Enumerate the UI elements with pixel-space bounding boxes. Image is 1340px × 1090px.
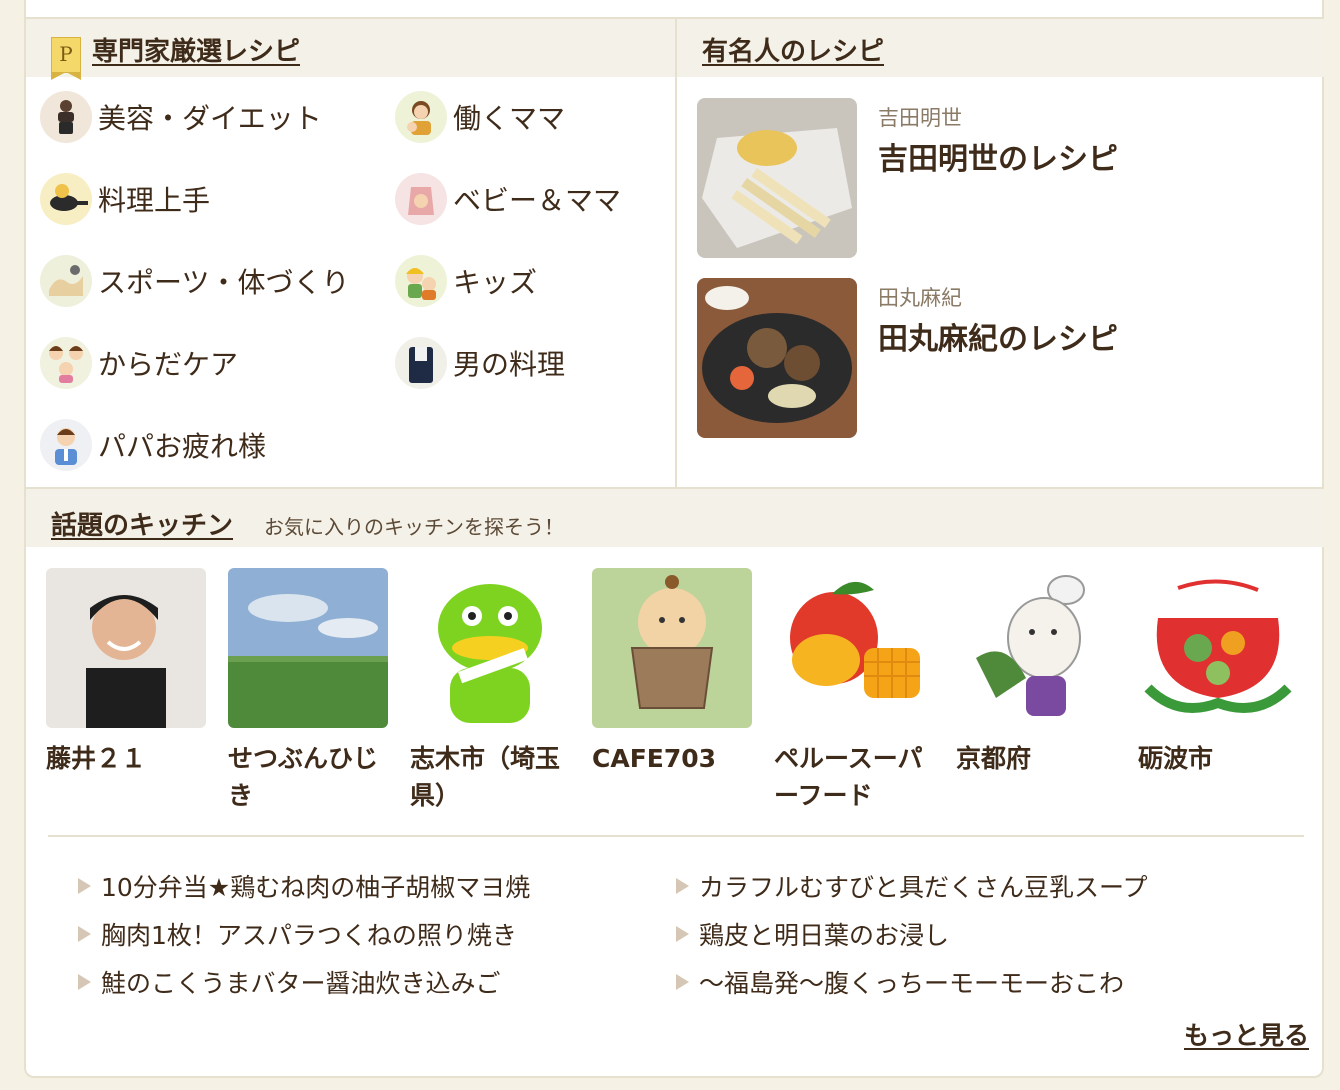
recipe-link[interactable]: 鶏皮と明日葉のお浸し [676, 916, 949, 952]
papa-icon [40, 419, 92, 471]
kitchen-divider [48, 835, 1304, 837]
expert-item-working-mom[interactable]: 働くママ [395, 90, 565, 144]
expert-item-label: 働くママ [453, 102, 566, 135]
kitchen-card[interactable]: せつぶんひじき [228, 568, 398, 818]
triangle-bullet-icon [78, 878, 91, 894]
triangle-bullet-icon [78, 926, 91, 942]
man-cooking-icon [395, 337, 447, 389]
column-divider [675, 19, 677, 487]
recipe-link-text[interactable]: ～福島発～腹くっちーモーモーおこわ [699, 964, 1124, 1000]
recipe-link[interactable]: ～福島発～腹くっちーモーモーおこわ [676, 964, 1124, 1000]
expert-item-label: からだケア [98, 348, 239, 381]
kitchen-name[interactable]: ペルースーパーフード [774, 740, 940, 814]
celebrity-name: 吉田明世 [878, 106, 962, 130]
premium-badge-icon: P [51, 37, 81, 80]
kitchen-card[interactable]: ペルースーパーフード [774, 568, 944, 818]
working-mom-icon [395, 91, 447, 143]
kitchen-section-subtitle: お気に入りのキッチンを探そう！ [264, 515, 564, 539]
celebrity-recipe-title[interactable]: 吉田明世のレシピ [878, 134, 1118, 178]
recipe-link[interactable]: カラフルむすびと具だくさん豆乳スープ [676, 868, 1148, 904]
kitchen-card[interactable]: 京都府 [956, 568, 1126, 818]
expert-item-papa[interactable]: パパお疲れ様 [40, 418, 266, 472]
kitchen-avatar[interactable] [46, 568, 206, 728]
kitchen-name[interactable]: 京都府 [956, 740, 1122, 777]
recipe-link[interactable]: 胸肉1枚！アスパラつくねの照り焼き [78, 916, 517, 952]
kitchen-card[interactable]: CAFE703 [592, 568, 762, 818]
kitchen-avatar[interactable] [774, 568, 934, 728]
expert-item-label: 美容・ダイエット [98, 102, 322, 135]
kitchen-name[interactable]: せつぶんひじき [228, 740, 394, 814]
celebrity-recipe-photo[interactable] [697, 278, 857, 438]
celebrity-name: 田丸麻紀 [878, 286, 962, 310]
celebrity-recipe-photo[interactable] [697, 98, 857, 258]
expert-item-good-cook[interactable]: 料理上手 [40, 172, 210, 226]
kitchen-card[interactable]: 砺波市 [1138, 568, 1308, 818]
kitchen-name[interactable]: 藤井２１ [46, 740, 212, 777]
kitchen-name[interactable]: 志木市（埼玉県） [410, 740, 576, 814]
recipe-link-text[interactable]: 鶏皮と明日葉のお浸し [699, 916, 949, 952]
recipe-link-text[interactable]: 胸肉1枚！アスパラつくねの照り焼き [101, 916, 517, 952]
expert-section-title[interactable]: 専門家厳選レシピ [92, 31, 300, 68]
expert-item-label: ベビー＆ママ [453, 184, 622, 217]
expert-item-kids[interactable]: キッズ [395, 254, 537, 308]
expert-item-label: キッズ [453, 266, 538, 299]
recipe-link-text[interactable]: 10分弁当★鶏むね肉の柚子胡椒マヨ焼 [101, 868, 530, 904]
recipe-link-text[interactable]: カラフルむすびと具だくさん豆乳スープ [699, 868, 1148, 904]
kitchen-avatar[interactable] [228, 568, 388, 728]
celebrity-recipe-title[interactable]: 田丸麻紀のレシピ [878, 314, 1118, 358]
fitness-woman-icon [40, 91, 92, 143]
celebrity-recipe-item[interactable]: 吉田明世 吉田明世のレシピ [697, 98, 1297, 258]
celebrity-section-header: 有名人のレシピ [677, 19, 1324, 77]
expert-item-label: 男の料理 [453, 348, 566, 381]
triangle-bullet-icon [676, 926, 689, 942]
sports-icon [40, 255, 92, 307]
see-more-link[interactable]: もっと見る [1184, 1016, 1309, 1052]
expert-item-beauty-diet[interactable]: 美容・ダイエット [40, 90, 322, 144]
kitchen-section-title[interactable]: 話題のキッチン [51, 505, 233, 542]
recipe-link[interactable]: 鮭のこくうまバター醤油炊き込みご [78, 964, 501, 1000]
kitchen-card[interactable]: 藤井２１ [46, 568, 216, 818]
expert-section-header: P 専門家厳選レシピ [26, 19, 675, 80]
kitchen-avatar[interactable] [592, 568, 752, 728]
kids-icon [395, 255, 447, 307]
triangle-bullet-icon [676, 878, 689, 894]
kitchen-avatar[interactable] [1138, 568, 1298, 728]
family-icon [40, 337, 92, 389]
expert-item-label: スポーツ・体づくり [98, 266, 350, 299]
kitchen-name[interactable]: CAFE703 [592, 740, 758, 777]
kitchen-avatar[interactable] [410, 568, 570, 728]
triangle-bullet-icon [78, 974, 91, 990]
expert-item-body-care[interactable]: からだケア [40, 336, 238, 390]
expert-item-sports[interactable]: スポーツ・体づくり [40, 254, 349, 308]
celebrity-section-title[interactable]: 有名人のレシピ [702, 31, 884, 68]
triangle-bullet-icon [676, 974, 689, 990]
kitchen-card[interactable]: 志木市（埼玉県） [410, 568, 580, 818]
recipe-link-text[interactable]: 鮭のこくうまバター醤油炊き込みご [101, 964, 501, 1000]
baby-mom-icon [395, 173, 447, 225]
kitchen-section-header: 話題のキッチン お気に入りのキッチンを探そう！ [26, 489, 1324, 547]
expert-item-baby-mom[interactable]: ベビー＆ママ [395, 172, 621, 226]
recipe-link[interactable]: 10分弁当★鶏むね肉の柚子胡椒マヨ焼 [78, 868, 530, 904]
expert-item-label: 料理上手 [98, 184, 211, 217]
celebrity-recipe-item[interactable]: 田丸麻紀 田丸麻紀のレシピ [697, 278, 1297, 438]
kitchen-name[interactable]: 砺波市 [1138, 740, 1304, 777]
kitchen-avatar[interactable] [956, 568, 1116, 728]
expert-item-label: パパお疲れ様 [98, 430, 267, 463]
frying-pan-icon [40, 173, 92, 225]
expert-item-mens-cooking[interactable]: 男の料理 [395, 336, 565, 390]
recipe-panel: P 専門家厳選レシピ 有名人のレシピ 美容・ダイエット 働くママ 料理上手 ベビ… [24, 0, 1324, 1078]
